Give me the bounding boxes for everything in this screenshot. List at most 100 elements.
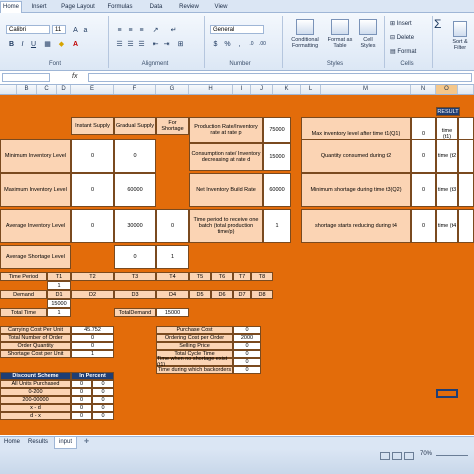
cell-avg-shortage[interactable]: 0 [156, 209, 189, 243]
value-qty-consumed-t2[interactable]: 0 [411, 139, 436, 173]
total-demand-value[interactable]: 15000 [156, 308, 189, 317]
discount-row-b[interactable]: 0 [92, 380, 114, 388]
column-header[interactable]: L [301, 85, 321, 94]
zoom-slider[interactable] [436, 455, 468, 456]
row-label-avg-inventory[interactable]: Average Inventory Level [0, 209, 71, 243]
purchase-cost-value[interactable]: 0 [233, 326, 261, 334]
decrease-indent-icon[interactable]: ⇤ [150, 39, 161, 50]
cell-p-t2[interactable] [458, 139, 474, 173]
column-header-selected[interactable]: O [436, 85, 458, 94]
total-orders-value[interactable]: 0 [71, 334, 114, 342]
tab-formulas[interactable]: Formulas [104, 2, 136, 12]
t-header[interactable]: T4 [156, 272, 189, 281]
decrease-decimal-icon[interactable]: .00 [257, 39, 268, 50]
discount-row-label[interactable]: 0-200 [0, 388, 71, 396]
carrying-cost-value[interactable]: 45.752 [71, 326, 114, 334]
discount-row-a[interactable]: 0 [71, 388, 92, 396]
time-t2[interactable]: time (t2 [436, 139, 458, 173]
header-gradual-supply[interactable]: Gradual Supply [114, 117, 156, 135]
delete-cells-button[interactable]: ⊟ Delete [390, 34, 414, 41]
format-cells-button[interactable]: ▤ Format [390, 48, 416, 55]
order-qty-value[interactable]: 0 [71, 342, 114, 350]
insert-cells-button[interactable]: ⊞ Insert [390, 20, 412, 27]
tab-page-layout[interactable]: Page Layout [58, 2, 98, 12]
comma-icon[interactable]: , [234, 39, 245, 50]
time-t4[interactable]: time (t4 [436, 209, 458, 243]
cell-shortage-shortage[interactable]: 1 [156, 245, 189, 269]
column-header[interactable]: K [273, 85, 301, 94]
label-production-rate[interactable]: Production Rate/Inventory rate at rate p [189, 117, 263, 143]
selling-price-value[interactable]: 0 [233, 342, 261, 350]
header-for-shortage[interactable]: For Shortage [156, 117, 189, 135]
merge-center-icon[interactable]: ⊞ [175, 39, 186, 50]
time-t3[interactable]: time (t3 [436, 173, 458, 207]
percent-icon[interactable]: % [222, 39, 233, 50]
column-header[interactable]: C [37, 85, 57, 94]
cycle-time-value[interactable]: 0 [233, 350, 261, 358]
normal-view-icon[interactable] [380, 452, 390, 460]
no-shortage-time-label[interactable]: Time when no shortage exist (t1) [156, 356, 233, 368]
no-shortage-time-value[interactable]: 0 [233, 358, 261, 366]
discount-row-b[interactable]: 0 [92, 412, 114, 420]
t-header[interactable]: T6 [211, 272, 233, 281]
header-instant-supply[interactable]: Instant Supply [71, 117, 114, 135]
page-break-view-icon[interactable] [404, 452, 414, 460]
conditional-formatting-button[interactable]: Conditional Formatting [288, 17, 322, 57]
discount-scheme-header[interactable]: Discount Scheme [0, 372, 71, 380]
t1-value[interactable]: 1 [47, 281, 71, 290]
name-box[interactable] [2, 73, 50, 82]
shrink-font-icon[interactable]: a [80, 25, 91, 36]
bold-icon[interactable]: B [6, 39, 17, 50]
label-shortage-reducing-t4[interactable]: shortage starts reducing during t4 [301, 209, 411, 243]
cell-shortage-gradual[interactable]: 0 [114, 245, 156, 269]
total-demand-label[interactable]: TotalDemand [114, 308, 156, 317]
label-min-shortage-t3[interactable]: Minimum shortage during time t3(Q2) [301, 173, 411, 207]
align-left-icon[interactable]: ☰ [114, 39, 125, 50]
value-shortage-reducing-t4[interactable]: 0 [411, 209, 436, 243]
total-time-label[interactable]: Total Time [0, 308, 47, 317]
discount-row-label[interactable]: 200-00000 [0, 396, 71, 404]
column-header[interactable]: J [251, 85, 273, 94]
d-header[interactable]: D6 [211, 290, 233, 299]
underline-icon[interactable]: U [28, 39, 39, 50]
font-name-combo[interactable]: Calibri [6, 25, 50, 34]
d-header[interactable]: D7 [233, 290, 251, 299]
formula-input[interactable] [88, 73, 472, 82]
sheet-tab-results[interactable]: Results [24, 437, 52, 448]
discount-row-a[interactable]: 0 [71, 396, 92, 404]
wrap-text-icon[interactable]: ↵ [168, 25, 179, 36]
number-format-combo[interactable]: General [210, 25, 264, 34]
t-header[interactable]: T7 [233, 272, 251, 281]
d-header[interactable]: D3 [114, 290, 156, 299]
italic-icon[interactable]: I [17, 39, 28, 50]
cell-styles-button[interactable]: Cell Styles [356, 17, 380, 57]
discount-row-label[interactable]: d - x [0, 412, 71, 420]
column-header[interactable]: I [233, 85, 251, 94]
label-net-build-rate[interactable]: Net Inventory Build Rate [189, 173, 263, 207]
order-qty-label[interactable]: Order Quantity [0, 342, 71, 350]
font-size-combo[interactable]: 11 [52, 25, 66, 34]
discount-row-b[interactable]: 0 [92, 404, 114, 412]
orientation-icon[interactable]: ↗ [150, 25, 161, 36]
column-header[interactable]: N [411, 85, 436, 94]
active-cell-cursor[interactable] [436, 389, 458, 398]
sort-filter-button[interactable]: Sort & Filter [446, 19, 474, 59]
align-center-icon[interactable]: ☰ [125, 39, 136, 50]
fill-color-icon[interactable]: ◆ [56, 39, 67, 50]
cell-avg-instant[interactable]: 0 [71, 209, 114, 243]
value-production-rate[interactable]: 75000 [263, 117, 291, 143]
cell-min-gradual[interactable]: 0 [114, 139, 156, 173]
column-header[interactable]: B [17, 85, 37, 94]
column-header[interactable] [458, 85, 474, 94]
sheet-tab-home[interactable]: Home [0, 437, 24, 448]
font-color-icon[interactable]: A [70, 39, 81, 50]
t-header[interactable]: T2 [71, 272, 114, 281]
sheet-tab-input[interactable]: input [54, 437, 78, 449]
selling-price-label[interactable]: Selling Price [156, 342, 233, 350]
d-header[interactable]: D5 [189, 290, 211, 299]
row-label-min-inventory[interactable]: Minimum Inventory Level [0, 139, 71, 173]
tab-data[interactable]: Data [146, 2, 166, 12]
column-header[interactable]: M [321, 85, 411, 94]
cell-max-gradual[interactable]: 60000 [114, 173, 156, 207]
ordering-cost-value[interactable]: 2000 [233, 334, 261, 342]
